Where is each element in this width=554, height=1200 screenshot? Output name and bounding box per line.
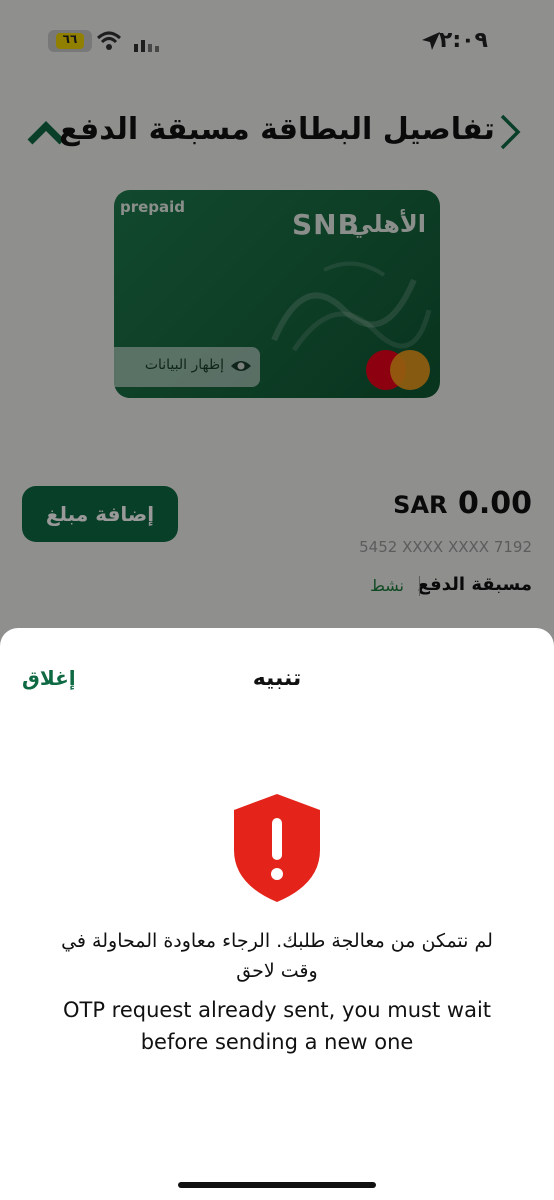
alert-title: تنبيه: [252, 666, 302, 691]
alert-message-ar: لم نتمكن من معالجة طلبك. الرجاء معاودة ا…: [61, 930, 493, 982]
shield-alert-icon: [234, 794, 320, 902]
alert-message-en: OTP request already sent, you must wait …: [62, 998, 492, 1054]
home-indicator: [178, 1182, 376, 1188]
alert-sheet: تنبيه إغلاق لم نتمكن من معالجة طلبك. الر…: [0, 628, 554, 1200]
close-button[interactable]: إغلاق: [22, 666, 76, 690]
